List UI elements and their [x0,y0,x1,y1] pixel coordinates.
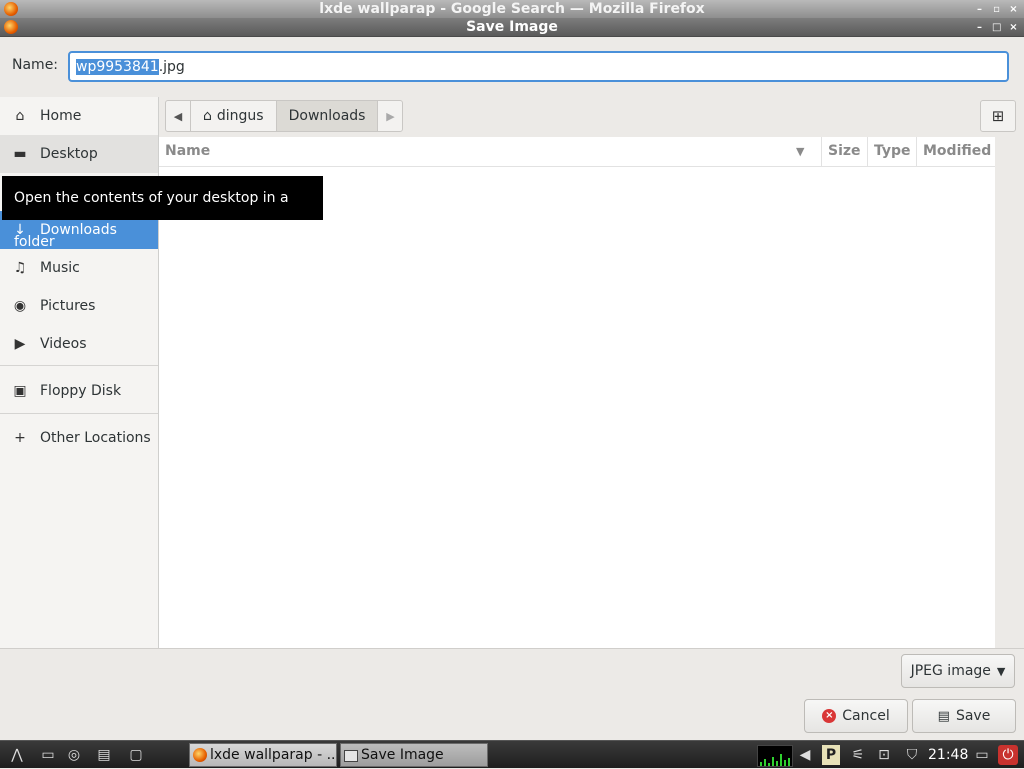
restore-icon[interactable]: ▫ [992,4,1001,14]
firefox-window-title: lxde wallparap - Google Search — Mozilla… [319,1,705,17]
task-save-image[interactable]: Save Image [340,743,488,767]
firefox-titlebar[interactable]: lxde wallparap - Google Search — Mozilla… [0,0,1024,19]
bottom-separator [0,648,1024,649]
path-bar: ◀ ⌂ dingus Downloads ▶ [165,100,404,132]
sidebar-item-label: Videos [40,336,87,352]
sidebar-item-label: Pictures [40,298,96,314]
path-back-button[interactable]: ◀ [166,101,191,131]
sidebar-item-pictures[interactable]: ◉ Pictures [0,287,158,325]
web-browser-icon[interactable]: ◎ [64,745,84,765]
lxde-menu-icon[interactable]: ⋀ [4,745,30,765]
path-segment-downloads[interactable]: Downloads [276,101,379,131]
floppy-disk-icon: ▣ [13,383,27,399]
logout-icon[interactable]: ⏻ [998,745,1018,765]
save-label: Save [955,708,991,724]
filename-extension: .jpg [158,59,185,75]
shield-icon[interactable]: ⛉ [902,745,922,765]
file-type-label: JPEG image [910,663,991,679]
filename-selected-text: wp9953841 [76,59,159,75]
window-icon [344,750,358,762]
path-segment-label: Downloads [288,108,366,124]
close-icon[interactable]: × [1009,4,1018,14]
dialog-title: Save Image [466,19,558,35]
home-icon: ⌂ [203,108,212,124]
sidebar-item-videos[interactable]: ▶ Videos [0,325,158,363]
task-label: lxde wallparap - ... [210,747,337,763]
column-header-modified[interactable]: Modified [916,137,995,166]
clock[interactable]: 21:48 [928,741,968,769]
video-icon: ▶ [14,336,26,352]
column-modified-label: Modified [923,143,992,159]
save-icon: ▤ [937,708,950,724]
firefox-icon [4,2,18,16]
sort-descending-icon: ▼ [796,145,805,158]
firefox-icon [193,748,207,762]
dialog-titlebar[interactable]: Save Image – □ × [0,18,1024,37]
file-list-header: Name ▼ Size Type Modified [159,137,995,167]
home-icon: ⌂ [15,108,25,124]
sidebar-item-label: Home [40,108,82,124]
create-folder-button[interactable]: ⊞ [980,100,1016,132]
package-icon[interactable]: ⊡ [874,745,894,765]
sidebar-item-floppy-disk[interactable]: ▣ Floppy Disk [0,372,158,410]
firefox-icon [4,20,18,34]
show-desktop-icon[interactable]: ▢ [126,745,146,765]
sidebar-item-home[interactable]: ⌂ Home [0,97,158,135]
task-label: Save Image [361,747,444,763]
filename-input[interactable]: wp9953841.jpg [68,51,1009,82]
save-button[interactable]: ▤ Save [912,699,1016,733]
sidebar-separator [0,365,158,366]
folder-icon: ▬ [13,146,27,162]
column-type-label: Type [874,143,911,159]
desktop-tooltip: Open the contents of your desktop in a f… [2,176,323,250]
task-firefox[interactable]: lxde wallparap - ... [189,743,337,767]
minimize-icon[interactable]: – [975,22,984,32]
column-size-label: Size [828,143,861,159]
cpu-monitor [757,745,793,767]
minimize-all-icon[interactable]: ▤ [94,745,114,765]
column-name-label: Name [165,143,211,159]
volume-icon[interactable]: ◀ [795,745,815,765]
name-row: Name: wp9953841.jpg [0,37,1024,95]
path-forward-button[interactable]: ▶ [378,101,402,131]
sidebar-item-label: Other Locations [40,430,151,446]
minimize-icon[interactable]: – [975,4,984,14]
column-header-size[interactable]: Size [821,137,867,166]
cancel-label: Cancel [842,708,890,724]
plus-icon: + [14,430,26,446]
chevron-down-icon: ▼ [996,664,1006,678]
chevron-right-icon: ▶ [386,109,395,123]
screen-lock-icon[interactable]: ▭ [972,745,992,765]
name-label: Name: [12,57,59,73]
column-header-name[interactable]: Name [159,137,821,166]
taskbar: ⋀ ▭ ◎ ▤ ▢ lxde wallparap - ... Save Imag… [0,740,1024,768]
firefox-window-controls: – ▫ × [975,0,1018,18]
sidebar-item-other-locations[interactable]: + Other Locations [0,419,158,457]
close-icon[interactable]: × [1009,22,1018,32]
cancel-icon: × [822,709,837,723]
new-folder-icon: ⊞ [991,107,1005,125]
save-image-dialog: Name: wp9953841.jpg ⌂ Home ▬ Desktop ↓ D… [0,37,1024,740]
file-type-select[interactable]: JPEG image ▼ [901,654,1015,688]
clipboard-icon[interactable]: P [822,745,840,765]
column-header-type[interactable]: Type [867,137,916,166]
sidebar-separator [0,413,158,414]
sidebar-item-label: Desktop [40,146,98,162]
path-segment-home[interactable]: ⌂ dingus [191,101,277,131]
camera-icon: ◉ [13,298,27,314]
network-icon[interactable]: ⚟ [848,745,868,765]
maximize-icon[interactable]: □ [992,22,1001,32]
sidebar-item-desktop[interactable]: ▬ Desktop [0,135,158,173]
file-manager-icon[interactable]: ▭ [38,745,58,765]
sidebar-item-label: Floppy Disk [40,383,122,399]
dialog-window-controls: – □ × [975,18,1018,36]
chevron-left-icon: ◀ [173,109,183,123]
path-segment-label: dingus [216,108,264,124]
cancel-button[interactable]: × Cancel [804,699,908,733]
